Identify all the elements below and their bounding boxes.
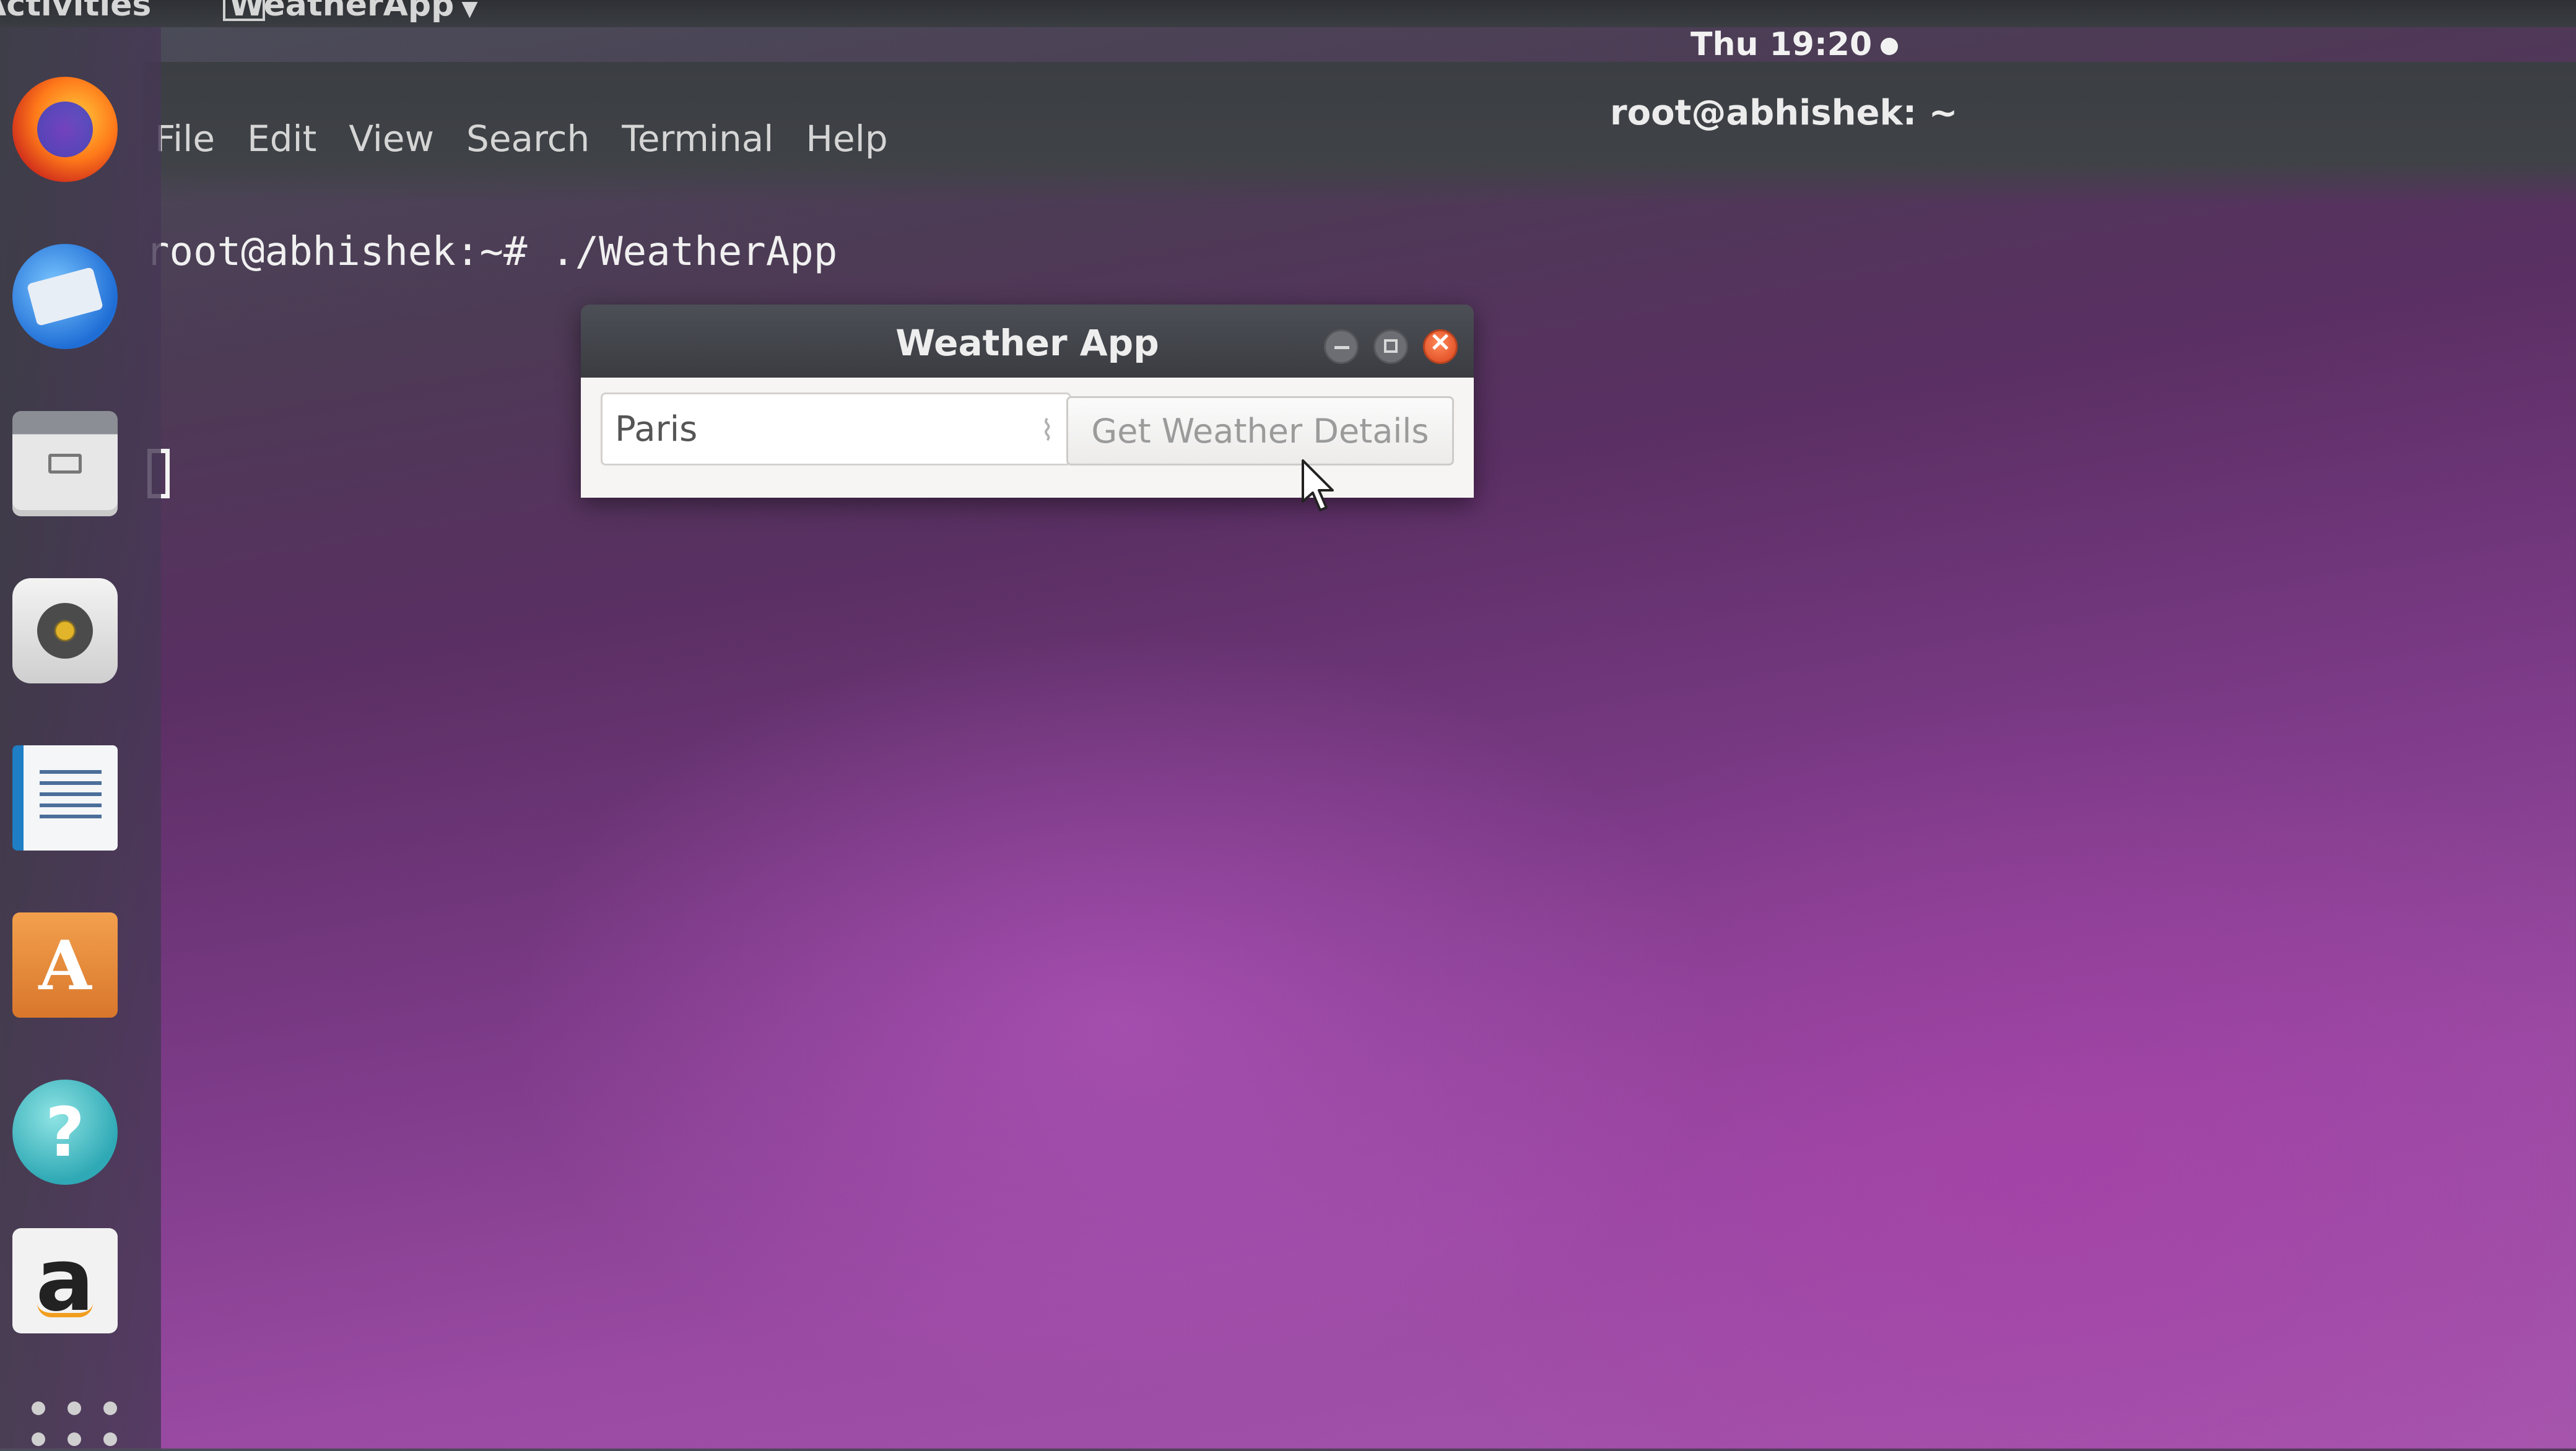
app-menu-label: WeatherApp <box>229 0 455 24</box>
grid-dot <box>103 1432 117 1446</box>
activities-button[interactable]: Activities <box>0 0 151 24</box>
files-icon[interactable] <box>12 411 118 516</box>
window-titlebar[interactable]: Weather App <box>581 305 1474 378</box>
menu-file[interactable]: File <box>155 118 215 160</box>
menu-view[interactable]: View <box>349 118 434 160</box>
amazon-icon[interactable]: a <box>12 1228 118 1333</box>
help-icon[interactable]: ? <box>12 1080 118 1185</box>
terminal-title: root@abhishek: ~ <box>1610 93 1958 133</box>
firefox-icon[interactable] <box>12 77 118 182</box>
thunderbird-icon[interactable] <box>12 244 118 349</box>
clock-label: Thu 19:20 <box>1690 26 1873 63</box>
top-panel: Activities WeatherApp ▼ <box>0 0 2576 27</box>
get-weather-details-button[interactable]: Get Weather Details <box>1066 396 1454 466</box>
menu-search[interactable]: Search <box>466 118 590 160</box>
maximize-button[interactable] <box>1373 329 1408 364</box>
grid-dot <box>67 1401 81 1415</box>
close-button[interactable] <box>1423 326 1458 364</box>
input-resize-icon: ⌇ <box>1040 414 1055 447</box>
window-body: ⌇ Get Weather Details <box>581 378 1474 498</box>
dock: A ? a <box>0 27 161 1449</box>
grid-dot <box>32 1401 45 1415</box>
terminal-prompt-line: root@abhishek:~# ./WeatherApp <box>146 229 838 275</box>
grid-dot <box>67 1432 81 1446</box>
amazon-glyph: a <box>35 1230 95 1331</box>
grid-dot <box>32 1432 45 1446</box>
menu-edit[interactable]: Edit <box>247 118 316 160</box>
terminal-menubar: File Edit View Search Terminal Help <box>155 118 888 160</box>
rhythmbox-icon[interactable] <box>12 578 118 683</box>
software-icon[interactable]: A <box>12 912 118 1018</box>
apps-grid-icon[interactable] <box>12 1389 136 1451</box>
menu-help[interactable]: Help <box>806 118 887 160</box>
weather-app-window: Weather App ⌇ Get Weather Details <box>581 305 1474 498</box>
writer-icon[interactable] <box>12 745 118 851</box>
mouse-pointer-icon <box>1302 459 1334 511</box>
city-input[interactable] <box>601 392 1071 466</box>
menu-terminal[interactable]: Terminal <box>622 118 773 160</box>
minimize-button[interactable] <box>1324 329 1359 364</box>
grid-dot <box>103 1401 117 1415</box>
chevron-down-icon: ▼ <box>461 0 478 21</box>
notification-dot-icon <box>1881 38 1899 55</box>
app-menu[interactable]: WeatherApp ▼ <box>229 0 478 24</box>
clock[interactable]: Thu 19:20 <box>1690 26 1899 63</box>
